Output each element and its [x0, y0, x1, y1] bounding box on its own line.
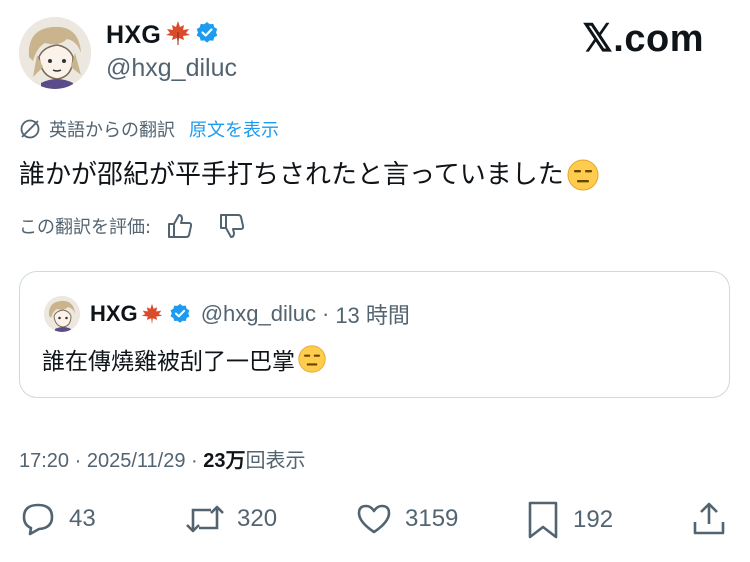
tweet-date[interactable]: 2025/11/29	[87, 450, 186, 472]
quoted-text-content: 誰在傳燒雞被刮了一巴掌	[42, 349, 295, 375]
thumbs-down-icon[interactable]	[217, 211, 247, 241]
like-count: 3159	[405, 505, 459, 532]
views-count: 23万	[203, 450, 246, 472]
quoted-tweet-header: HXG @hxg_diluc · 13 時間	[90, 298, 410, 330]
globe-slash-icon	[19, 118, 41, 140]
quoted-tweet-text: 誰在傳燒雞被刮了一巴掌	[42, 342, 327, 376]
tweet-meta: 17:20 · 2025/11/29 · 23万回表示	[19, 444, 306, 473]
quoted-timestamp[interactable]: 13 時間	[335, 298, 410, 330]
verified-badge-icon	[169, 303, 191, 325]
quoted-tweet[interactable]: HXG @hxg_diluc · 13 時間 誰在傳燒雞被刮了一巴掌	[19, 271, 730, 398]
reply-icon	[19, 500, 57, 538]
rate-translation-row: この翻訳を評価:	[19, 211, 247, 241]
quoted-separator: ·	[321, 301, 330, 326]
author-name-row[interactable]: HXG	[106, 20, 219, 50]
bookmark-button[interactable]: 192	[525, 500, 613, 540]
rate-translation-label: この翻訳を評価:	[19, 217, 152, 238]
author-avatar[interactable]	[19, 17, 91, 89]
translation-notice: 英語からの翻訳 原文を表示	[19, 116, 279, 142]
quoted-author-name[interactable]: HXG	[90, 301, 138, 327]
retweet-button[interactable]: 320	[185, 500, 277, 538]
heart-icon	[355, 500, 393, 538]
bookmark-icon	[525, 500, 561, 540]
retweet-count: 320	[237, 505, 278, 532]
reply-count: 43	[69, 505, 96, 532]
quoted-author-handle[interactable]: @hxg_diluc	[201, 301, 316, 327]
retweet-icon	[185, 500, 225, 538]
action-bar: 43 320 3159 192	[0, 500, 750, 548]
maple-leaf-icon	[141, 303, 163, 325]
show-original-link[interactable]: 原文を表示	[189, 116, 279, 142]
reply-button[interactable]: 43	[19, 500, 96, 538]
tweet-text: 誰かが邵紀が平手打ちされたと言っていました	[19, 155, 600, 195]
share-button[interactable]	[690, 500, 728, 538]
tweet-text-content: 誰かが邵紀が平手打ちされたと言っていました	[19, 160, 564, 190]
author-display-name[interactable]: HXG	[106, 21, 161, 50]
verified-badge-icon[interactable]	[195, 21, 219, 49]
brand-logo: 𝕏.com	[582, 18, 704, 60]
views-label: 回表示	[245, 450, 306, 472]
meta-separator: ·	[185, 450, 204, 472]
bookmark-count: 192	[573, 506, 614, 533]
translation-label: 英語からの翻訳	[49, 120, 175, 141]
expressionless-face-icon	[297, 344, 327, 374]
share-icon	[690, 500, 728, 538]
maple-leaf-icon	[165, 20, 191, 50]
author-handle[interactable]: @hxg_diluc	[106, 54, 237, 83]
thumbs-up-icon[interactable]	[165, 211, 195, 241]
like-button[interactable]: 3159	[355, 500, 458, 538]
meta-separator: ·	[69, 450, 87, 472]
expressionless-face-icon	[566, 158, 600, 192]
tweet-time[interactable]: 17:20	[19, 450, 69, 472]
quoted-author-avatar[interactable]	[44, 296, 80, 332]
